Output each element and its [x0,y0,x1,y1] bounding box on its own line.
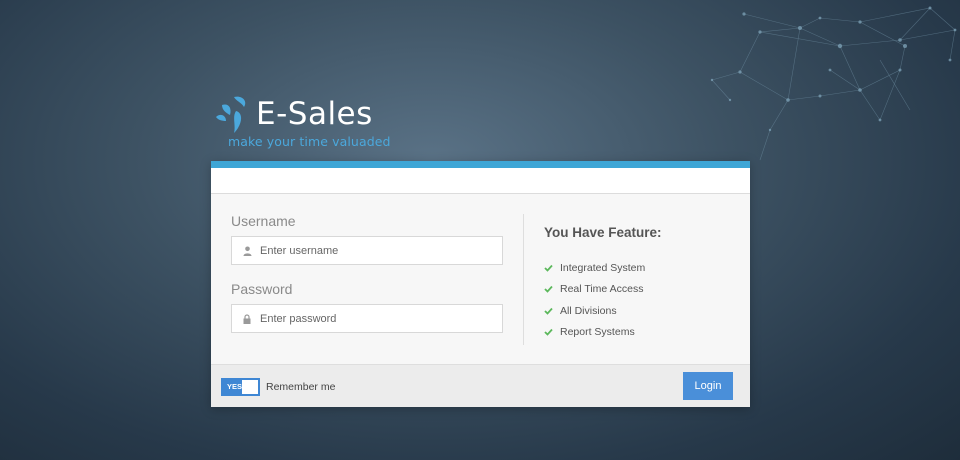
lock-icon [242,313,252,324]
username-label: Username [231,213,296,229]
login-button[interactable]: Login [683,372,733,400]
feature-title: You Have Feature: [544,225,662,240]
user-icon [242,245,252,256]
brand-name: E-Sales [256,96,373,132]
remember-me-label[interactable]: Remember me [266,381,335,393]
remember-me-toggle[interactable]: YES [221,378,260,396]
feature-item: Report Systems [544,322,662,344]
network-decoration [710,6,957,161]
toggle-knob [242,380,258,394]
check-icon [544,263,554,273]
feature-item: All Divisions [544,300,662,322]
password-label: Password [231,281,293,297]
feature-label: Report Systems [560,326,635,339]
card-header [211,168,750,194]
card-footer: YES Remember me Login [211,364,750,407]
brand-mark-icon [216,96,246,133]
login-card: Username Password You Have Feature: Inte… [211,161,750,407]
password-field[interactable] [231,304,503,333]
feature-label: All Divisions [560,304,617,317]
username-field[interactable] [231,236,503,265]
card-accent-bar [211,161,750,168]
username-input[interactable] [260,244,502,257]
password-input[interactable] [260,312,502,325]
check-icon [544,306,554,316]
column-divider [523,214,524,345]
feature-item: Integrated System [544,257,662,279]
feature-label: Real Time Access [560,283,644,296]
feature-label: Integrated System [560,261,646,274]
check-icon [544,284,554,294]
check-icon [544,327,554,337]
login-form: Username Password [231,213,503,349]
feature-panel: You Have Feature: Integrated System Real… [544,225,662,343]
toggle-state-label: YES [227,382,243,391]
brand-tagline: make your time valuaded [228,134,391,149]
brand-logo: E-Sales make your time valuaded [214,93,394,153]
feature-item: Real Time Access [544,279,662,301]
